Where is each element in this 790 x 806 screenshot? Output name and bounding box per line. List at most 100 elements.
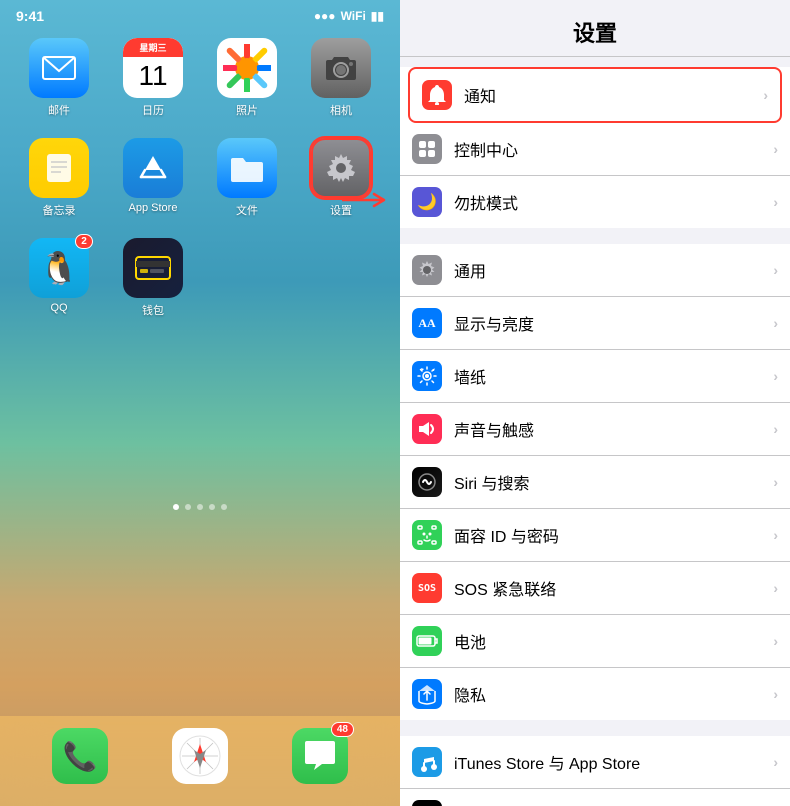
sos-text: SOS (418, 583, 436, 594)
app-camera[interactable]: 相机 (302, 38, 380, 118)
wallet-pay-icon (412, 800, 442, 806)
dot-3 (197, 504, 203, 510)
status-bar: 9:41 ●●● WiFi ▮▮ (0, 0, 400, 28)
settings-title: 设置 (400, 0, 790, 57)
photos-icon (217, 38, 277, 98)
dnd-moon: 🌙 (417, 192, 437, 212)
appstore-label: App Store (129, 202, 178, 214)
settings-row-general[interactable]: 通用 › (400, 244, 790, 297)
mail-label: 邮件 (48, 102, 70, 118)
dot-1 (173, 504, 179, 510)
divider-2 (400, 720, 790, 728)
iphone-screen: 9:41 ●●● WiFi ▮▮ 邮件 星期三 11 日历 (0, 0, 400, 806)
sos-chevron: › (773, 580, 778, 596)
status-time: 9:41 (16, 8, 44, 24)
dnd-chevron: › (773, 194, 778, 210)
settings-group-1: 通知 › 控制中心 › 🌙 (400, 67, 790, 228)
faceid-chevron: › (773, 527, 778, 543)
empty-cell-1 (208, 238, 286, 318)
app-grid-row2: 备忘录 App Store 文件 (0, 128, 400, 228)
arrow-indicator (342, 190, 392, 215)
app-appstore[interactable]: App Store (114, 138, 192, 218)
settings-row-sos[interactable]: SOS SOS 紧急联络 › (400, 562, 790, 615)
files-label: 文件 (236, 202, 258, 218)
settings-row-display[interactable]: AA 显示与亮度 › (400, 297, 790, 350)
display-label: 显示与亮度 (454, 311, 773, 335)
settings-row-faceid[interactable]: 面容 ID 与密码 › (400, 509, 790, 562)
control-label: 控制中心 (454, 137, 773, 161)
wallpaper-label: 墙纸 (454, 364, 773, 388)
qq-label: QQ (50, 302, 67, 314)
calendar-icon: 星期三 11 (123, 38, 183, 98)
app-qq[interactable]: 🐧 2 QQ (20, 238, 98, 318)
faceid-label: 面容 ID 与密码 (454, 523, 773, 547)
sos-label: SOS 紧急联络 (454, 576, 773, 600)
wallet-icon (123, 238, 183, 298)
settings-row-control[interactable]: 控制中心 › (400, 123, 790, 176)
general-chevron: › (773, 262, 778, 278)
sound-icon (412, 414, 442, 444)
settings-list: 通知 › 控制中心 › 🌙 (400, 57, 790, 806)
settings-row-wallpaper[interactable]: 墙纸 › (400, 350, 790, 403)
sound-chevron: › (773, 421, 778, 437)
dock: 📞 (0, 716, 400, 806)
cal-date: 11 (123, 57, 183, 93)
app-grid-row1: 邮件 星期三 11 日历 (0, 28, 400, 128)
notification-icon (422, 80, 452, 110)
privacy-label: 隐私 (454, 682, 773, 706)
cal-weekday: 星期三 (123, 38, 183, 57)
battery-chevron: › (773, 633, 778, 649)
settings-row-dnd[interactable]: 🌙 勿扰模式 › (400, 176, 790, 228)
wallpaper-chevron: › (773, 368, 778, 384)
itunes-icon (412, 747, 442, 777)
dock-safari[interactable] (172, 728, 228, 784)
app-wallet[interactable]: 钱包 (114, 238, 192, 318)
phone-emoji: 📞 (63, 740, 98, 773)
settings-group-3: iTunes Store 与 App Store › 钱包与 Apple Pay… (400, 736, 790, 806)
status-icons: ●●● WiFi ▮▮ (314, 9, 384, 23)
notification-chevron: › (763, 87, 768, 103)
mail-icon (29, 38, 89, 98)
settings-row-sound[interactable]: 声音与触感 › (400, 403, 790, 456)
itunes-label: iTunes Store 与 App Store (454, 750, 773, 774)
notes-label: 备忘录 (43, 202, 76, 218)
wifi-icon: WiFi (341, 9, 366, 23)
camera-label: 相机 (330, 102, 352, 118)
dock-phone[interactable]: 📞 (52, 728, 108, 784)
files-icon (217, 138, 277, 198)
wallpaper-landscape (0, 328, 400, 488)
settings-row-itunes[interactable]: iTunes Store 与 App Store › (400, 736, 790, 789)
notes-icon (29, 138, 89, 198)
siri-chevron: › (773, 474, 778, 490)
dock-messages[interactable]: 48 (292, 728, 348, 784)
settings-panel: 设置 通知 › (400, 0, 790, 806)
siri-label: Siri 与搜索 (454, 470, 773, 494)
display-chevron: › (773, 315, 778, 331)
general-label: 通用 (454, 258, 773, 282)
settings-row-battery[interactable]: 电池 › (400, 615, 790, 668)
page-indicator (0, 504, 400, 510)
settings-row-privacy[interactable]: 隐私 › (400, 668, 790, 720)
general-icon (412, 255, 442, 285)
appstore-icon (123, 138, 183, 198)
app-photos[interactable]: 照片 (208, 38, 286, 118)
empty-cell-2 (302, 238, 380, 318)
app-files[interactable]: 文件 (208, 138, 286, 218)
faceid-icon (412, 520, 442, 550)
privacy-chevron: › (773, 686, 778, 702)
privacy-icon (412, 679, 442, 709)
sos-icon: SOS (412, 573, 442, 603)
messages-icon: 48 (292, 728, 348, 784)
battery-label: 电池 (454, 629, 773, 653)
control-chevron: › (773, 141, 778, 157)
app-notes[interactable]: 备忘录 (20, 138, 98, 218)
app-mail[interactable]: 邮件 (20, 38, 98, 118)
settings-row-siri[interactable]: Siri 与搜索 › (400, 456, 790, 509)
divider-1 (400, 228, 790, 236)
qq-icon: 🐧 2 (29, 238, 89, 298)
photos-label: 照片 (236, 102, 258, 118)
sound-label: 声音与触感 (454, 417, 773, 441)
settings-row-wallet[interactable]: 钱包与 Apple Pay › (400, 789, 790, 806)
app-calendar[interactable]: 星期三 11 日历 (114, 38, 192, 118)
settings-row-notification[interactable]: 通知 › (408, 67, 782, 123)
